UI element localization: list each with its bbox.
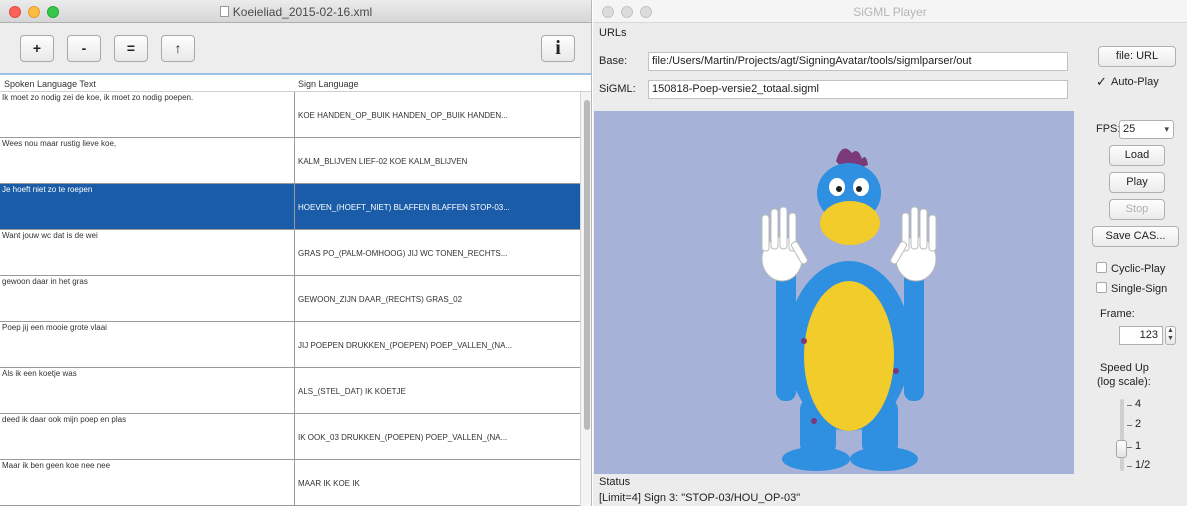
sign-text-cell[interactable]: IK OOK_03 DRUKKEN_(POEPEN) POEP_VALLEN_(… xyxy=(298,433,578,442)
table-row[interactable]: Poep jij een mooie grote vlaai JIJ POEPE… xyxy=(0,322,580,368)
file-url-button[interactable]: file: URL xyxy=(1098,46,1176,67)
sign-text-cell[interactable]: GEWOON_ZIJN DAAR_(RECHTS) GRAS_02 xyxy=(298,295,578,304)
table-row[interactable]: Maar ik ben geen koe nee nee MAAR IK KOE… xyxy=(0,460,580,506)
spoken-text-cell[interactable]: Ik moet zo nodig zei de koe, ik moet zo … xyxy=(2,93,292,102)
signing-avatar xyxy=(761,148,937,471)
sign-text-cell[interactable]: JIJ POEPEN DRUKKEN_(POEPEN) POEP_VALLEN_… xyxy=(298,341,578,350)
add-row-button[interactable]: + xyxy=(20,35,54,62)
player-window: SiGML Player URLs Base: file:/Users/Mart… xyxy=(593,0,1187,506)
equal-button[interactable]: = xyxy=(114,35,148,62)
save-cas-button[interactable]: Save CAS... xyxy=(1092,226,1179,247)
base-label: Base: xyxy=(599,55,628,67)
slider-tick xyxy=(1127,425,1132,426)
spoken-text-cell[interactable]: Poep jij een mooie grote vlaai xyxy=(2,323,292,332)
editor-toolbar: + - = ↑ i xyxy=(0,23,591,75)
column-header-spoken[interactable]: Spoken Language Text xyxy=(4,77,96,92)
load-button[interactable]: Load xyxy=(1109,145,1165,166)
player-window-title: SiGML Player xyxy=(853,5,927,19)
speed-scale-label: (log scale): xyxy=(1097,376,1151,388)
document-icon xyxy=(219,6,229,17)
urls-group-label: URLs xyxy=(599,27,627,39)
frame-stepper[interactable]: ▲ ▼ xyxy=(1165,326,1176,345)
speed-tick-label: 1 xyxy=(1135,440,1142,452)
move-up-button[interactable]: ↑ xyxy=(161,35,195,62)
auto-play-checkbox[interactable]: ✓ Auto-Play xyxy=(1096,74,1159,89)
fps-label: FPS: xyxy=(1096,123,1121,135)
speed-slider-track[interactable] xyxy=(1120,399,1124,471)
status-text: [Limit=4] Sign 3: "STOP-03/HOU_OP-03" xyxy=(599,492,801,504)
table-row[interactable]: Want jouw wc dat is de wei GRAS PO_(PALM… xyxy=(0,230,580,276)
editor-window-title: Koeieliad_2015-02-16.xml xyxy=(0,5,591,19)
base-url-field[interactable]: file:/Users/Martin/Projects/agt/SigningA… xyxy=(648,52,1068,71)
info-button[interactable]: i xyxy=(541,35,575,62)
speed-tick-label: 1/2 xyxy=(1135,459,1151,471)
avatar-viewport[interactable] xyxy=(594,111,1074,474)
table-row[interactable]: gewoon daar in het gras GEWOON_ZIJN DAAR… xyxy=(0,276,580,322)
spoken-text-cell[interactable]: Wees nou maar rustig lieve koe, xyxy=(2,139,292,148)
sign-text-cell[interactable]: KOE HANDEN_OP_BUIK HANDEN_OP_BUIK HANDEN… xyxy=(298,111,578,120)
slider-tick xyxy=(1127,447,1132,448)
sigml-label: SiGML: xyxy=(599,83,636,95)
spoken-text-cell[interactable]: deed ik daar ook mijn poep en plas xyxy=(2,415,292,424)
sign-text-cell[interactable]: GRAS PO_(PALM-OMHOOG) JIJ WC TONEN_RECHT… xyxy=(298,249,578,258)
play-button[interactable]: Play xyxy=(1109,172,1165,193)
translation-table: Ik moet zo nodig zei de koe, ik moet zo … xyxy=(0,92,580,506)
frame-label: Frame: xyxy=(1100,308,1135,320)
column-separator xyxy=(294,92,295,506)
speed-label: Speed Up xyxy=(1100,362,1149,374)
stop-button[interactable]: Stop xyxy=(1109,199,1165,220)
speed-tick-label: 2 xyxy=(1135,418,1142,430)
spoken-text-cell[interactable]: Als ik een koetje was xyxy=(2,369,292,378)
sign-text-cell[interactable]: HOEVEN_(HOEFT_NIET) BLAFFEN BLAFFEN STOP… xyxy=(298,203,578,212)
spoken-text-cell[interactable]: Maar ik ben geen koe nee nee xyxy=(2,461,292,470)
slider-tick xyxy=(1127,405,1132,406)
table-row[interactable]: Je hoeft niet zo te roepen HOEVEN_(HOEFT… xyxy=(0,184,580,230)
editor-window: Koeieliad_2015-02-16.xml + - = ↑ i Spoke… xyxy=(0,0,592,506)
slider-tick xyxy=(1127,466,1132,467)
spoken-text-cell[interactable]: Je hoeft niet zo te roepen xyxy=(2,185,292,194)
player-titlebar: SiGML Player xyxy=(593,0,1187,23)
spoken-text-cell[interactable]: Want jouw wc dat is de wei xyxy=(2,231,292,240)
table-row[interactable]: Als ik een koetje was ALS_(STEL_DAT) IK … xyxy=(0,368,580,414)
table-row[interactable]: deed ik daar ook mijn poep en plas IK OO… xyxy=(0,414,580,460)
sign-text-cell[interactable]: MAAR IK KOE IK xyxy=(298,479,578,488)
cyclic-play-checkbox[interactable]: Cyclic-Play xyxy=(1096,262,1165,275)
single-sign-checkbox[interactable]: Single-Sign xyxy=(1096,282,1167,295)
editor-titlebar: Koeieliad_2015-02-16.xml xyxy=(0,0,591,23)
table-row[interactable]: Wees nou maar rustig lieve koe, KALM_BLI… xyxy=(0,138,580,184)
remove-row-button[interactable]: - xyxy=(67,35,101,62)
spoken-text-cell[interactable]: gewoon daar in het gras xyxy=(2,277,292,286)
sigml-file-field[interactable]: 150818-Poep-versie2_totaal.sigml xyxy=(648,80,1068,99)
checkmark-icon: ✓ xyxy=(1096,74,1107,89)
table-row[interactable]: Ik moet zo nodig zei de koe, ik moet zo … xyxy=(0,92,580,138)
checkbox-icon xyxy=(1096,282,1107,293)
frame-field[interactable]: 123 xyxy=(1119,326,1163,345)
scrollbar-thumb[interactable] xyxy=(584,100,590,430)
sign-text-cell[interactable]: ALS_(STEL_DAT) IK KOETJE xyxy=(298,387,578,396)
column-header-sign[interactable]: Sign Language xyxy=(298,77,359,92)
table-scrollbar[interactable] xyxy=(580,92,591,506)
speed-slider-knob[interactable] xyxy=(1116,440,1127,458)
status-group-label: Status xyxy=(599,476,631,488)
fps-select[interactable]: 25 ▾ xyxy=(1119,120,1174,139)
chevron-updown-icon: ▾ xyxy=(1164,124,1169,134)
checkbox-icon xyxy=(1096,262,1107,273)
sign-text-cell[interactable]: KALM_BLIJVEN LIEF-02 KOE KALM_BLIJVEN xyxy=(298,157,578,166)
speed-tick-label: 4 xyxy=(1135,398,1142,410)
